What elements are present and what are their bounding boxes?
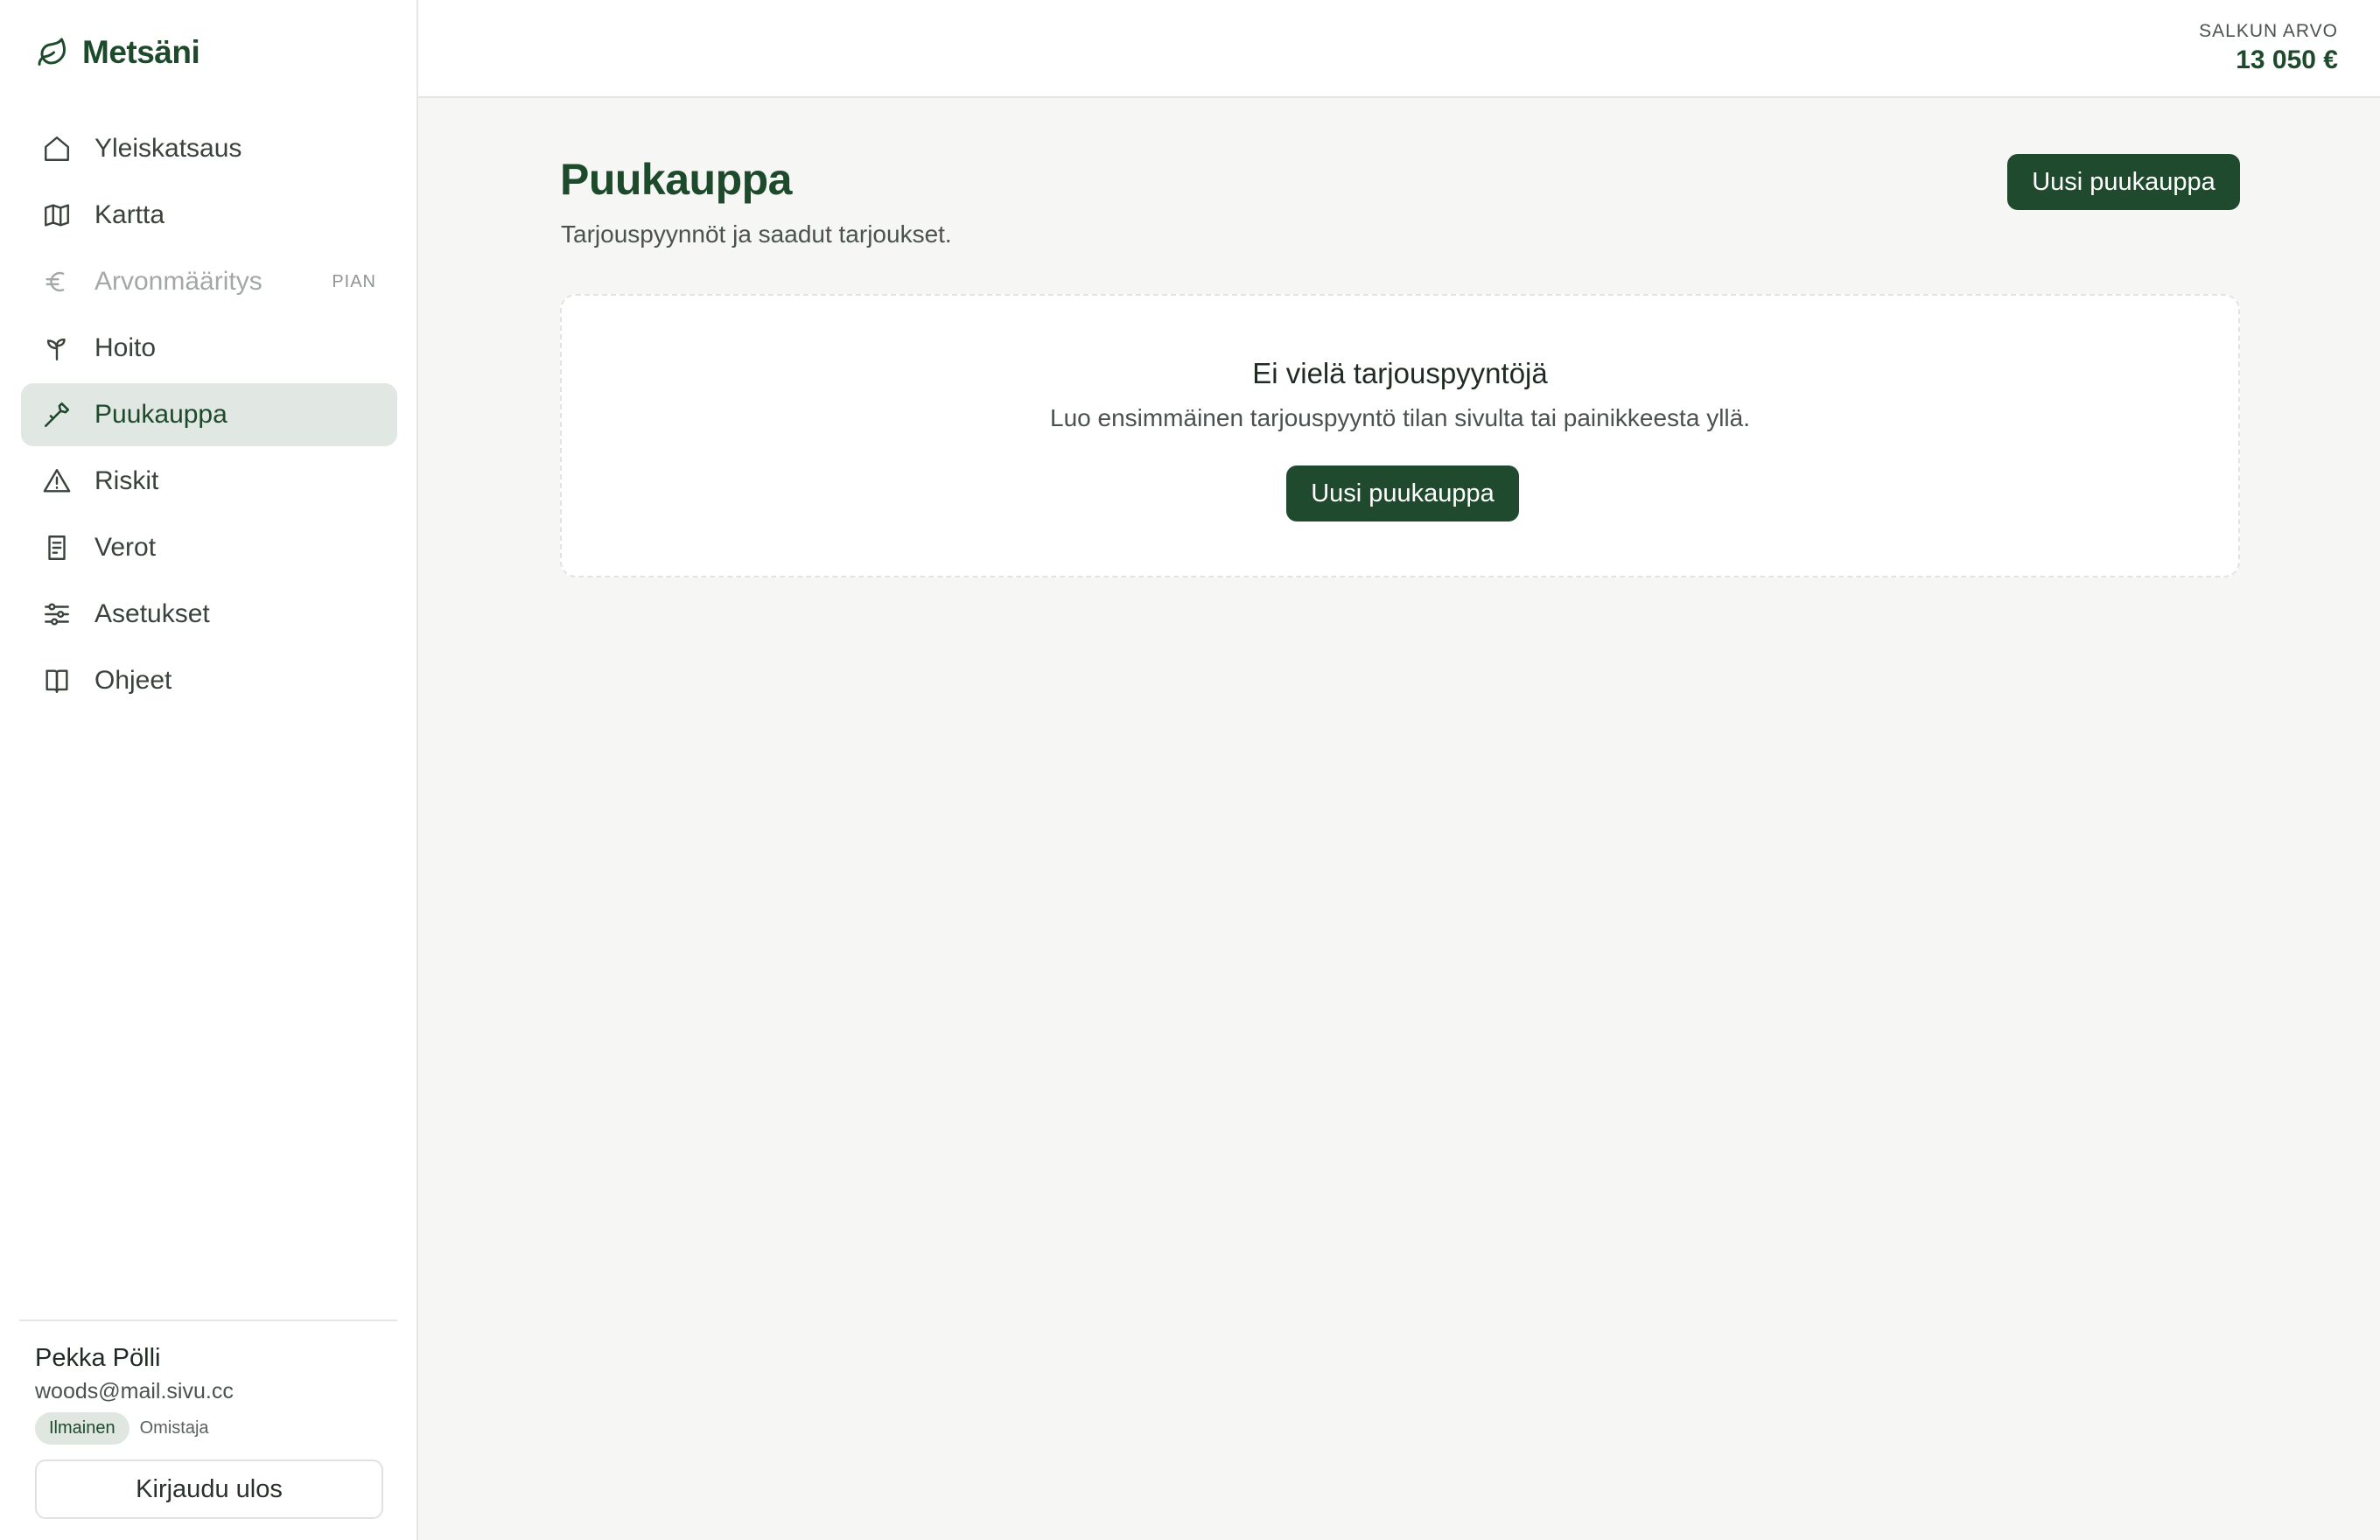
empty-state-new-timber-sale-button[interactable]: Uusi puukauppa <box>1286 466 1519 522</box>
portfolio-value: 13 050 € <box>2236 46 2338 74</box>
empty-state-text: Luo ensimmäinen tarjouspyyntö tilan sivu… <box>1050 404 1750 431</box>
axe-icon <box>42 400 72 430</box>
sidebar-item-puukauppa[interactable]: Puukauppa <box>21 383 397 446</box>
sidebar-item-label: Asetukset <box>94 599 210 628</box>
page-title: Puukauppa <box>560 155 792 204</box>
leaf-icon <box>38 38 66 66</box>
sidebar-item-label: Kartta <box>94 200 165 229</box>
app-root: Metsäni Yleiskatsaus Kartta Arvonmäärity… <box>0 0 2380 1540</box>
sidebar-item-kartta[interactable]: Kartta <box>21 184 397 247</box>
book-icon <box>42 666 72 696</box>
sidebar-nav: Yleiskatsaus Kartta Arvonmääritys PIAN H… <box>21 117 397 716</box>
sidebar-item-asetukset[interactable]: Asetukset <box>21 583 397 646</box>
home-icon <box>42 134 72 164</box>
user-email: woods@mail.sivu.cc <box>35 1379 234 1404</box>
sidebar-item-label: Puukauppa <box>94 400 228 429</box>
sidebar-item-hoito[interactable]: Hoito <box>21 317 397 380</box>
brand-name: Metsäni <box>82 34 200 70</box>
sidebar-item-ohjeet[interactable]: Ohjeet <box>21 649 397 712</box>
sliders-icon <box>42 599 72 629</box>
sidebar-item-label: Hoito <box>94 333 157 362</box>
sidebar-item-riskit[interactable]: Riskit <box>21 450 397 513</box>
sidebar-item-yleiskatsaus[interactable]: Yleiskatsaus <box>21 117 397 180</box>
sidebar-item-verot[interactable]: Verot <box>21 516 397 579</box>
sidebar-item-label: Riskit <box>94 466 159 495</box>
sidebar-item-label: Arvonmääritys <box>94 267 262 296</box>
user-badges: Ilmainen Omistaja <box>35 1412 209 1445</box>
role-label: Omistaja <box>139 1418 209 1438</box>
user-name: Pekka Pölli <box>35 1344 161 1372</box>
brand[interactable]: Metsäni <box>37 30 200 75</box>
sidebar-item-label: Ohjeet <box>94 666 172 695</box>
new-timber-sale-button[interactable]: Uusi puukauppa <box>2007 154 2240 210</box>
sidebar-item-label: Verot <box>94 533 157 562</box>
sidebar: Metsäni Yleiskatsaus Kartta Arvonmäärity… <box>0 0 418 1540</box>
euro-icon <box>42 267 72 297</box>
plan-badge: Ilmainen <box>35 1412 130 1445</box>
sidebar-divider <box>19 1320 397 1321</box>
sidebar-item-arvonmaaritys: Arvonmääritys PIAN <box>21 250 397 313</box>
warning-icon <box>42 466 72 496</box>
coming-soon-badge: PIAN <box>332 271 376 291</box>
logout-button[interactable]: Kirjaudu ulos <box>35 1460 383 1519</box>
map-icon <box>42 200 72 230</box>
empty-state-card: Ei vielä tarjouspyyntöjä Luo ensimmäinen… <box>560 294 2240 578</box>
sidebar-item-label: Yleiskatsaus <box>94 134 242 163</box>
sprout-icon <box>42 333 72 363</box>
top-bar: SALKUN ARVO 13 050 € <box>418 0 2380 98</box>
empty-state-title: Ei vielä tarjouspyyntöjä <box>1252 357 1548 389</box>
receipt-icon <box>42 533 72 563</box>
page-subtitle: Tarjouspyynnöt ja saadut tarjoukset. <box>561 220 952 248</box>
portfolio-value-label: SALKUN ARVO <box>2199 21 2338 41</box>
